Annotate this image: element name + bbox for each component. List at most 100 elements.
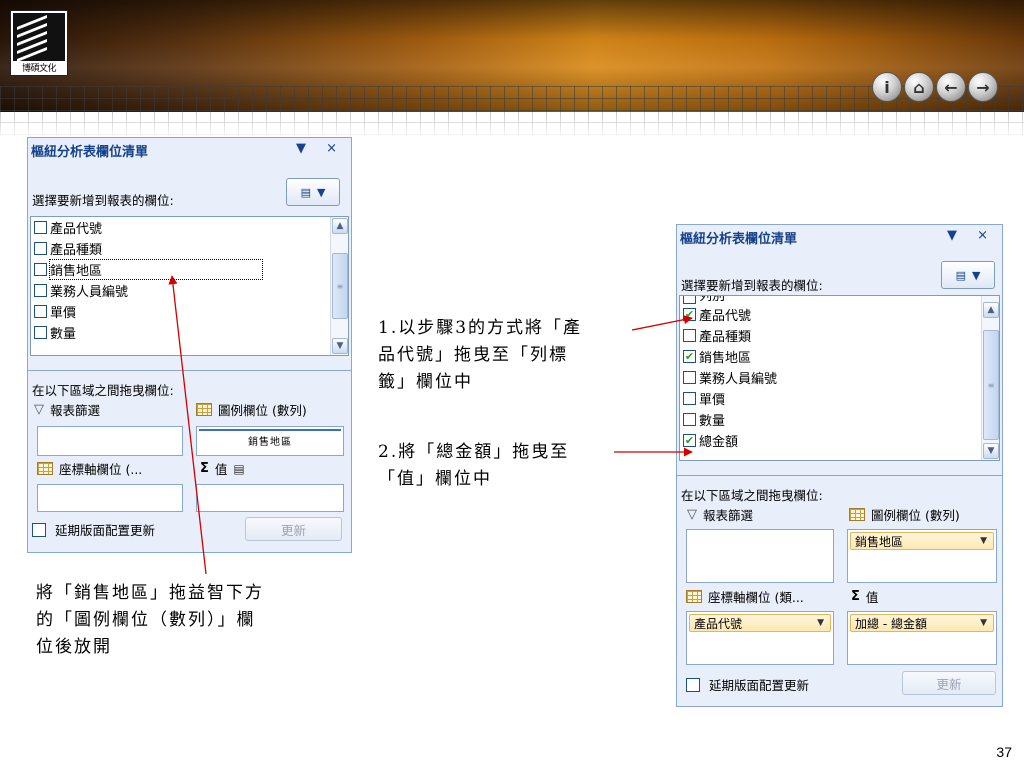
scroll-up-icon[interactable]: ▲ xyxy=(332,218,348,234)
values-drop-area[interactable] xyxy=(196,484,344,512)
update-button[interactable]: 更新 xyxy=(245,517,342,541)
info-button[interactable]: i xyxy=(872,72,902,102)
checkbox[interactable] xyxy=(34,242,47,255)
sigma-icon: Σ xyxy=(851,589,860,604)
filter-area-label: 報表篩選 xyxy=(703,508,754,523)
filter-icon: ▽ xyxy=(687,507,697,522)
scroll-down-icon[interactable]: ▼ xyxy=(983,443,999,459)
values-area-label: 值 xyxy=(865,590,879,605)
back-button[interactable]: ← xyxy=(936,72,966,102)
field-item[interactable]: 業務人員編號 xyxy=(31,280,348,301)
slide-nav: i ⌂ ← → xyxy=(872,72,998,102)
checkbox[interactable] xyxy=(34,263,47,276)
field-item[interactable]: 產品代號 xyxy=(31,217,348,238)
column-grid-icon xyxy=(196,403,212,416)
row-area-title: 座標軸欄位 (... xyxy=(37,459,142,478)
checkbox[interactable] xyxy=(34,305,47,318)
home-icon: ⌂ xyxy=(913,77,925,97)
info-icon: i xyxy=(884,77,890,97)
checkbox-checked[interactable]: ✔ xyxy=(683,434,696,447)
panel-controls[interactable]: ▼ × xyxy=(296,141,345,156)
chip-label: 加總 - 總金額 xyxy=(855,616,927,631)
panel-title: 樞紐分析表欄位清單 xyxy=(680,232,798,247)
filter-area-label: 報表篩選 xyxy=(50,403,101,418)
field-item[interactable]: 列別 xyxy=(680,296,999,304)
panel-controls[interactable]: ▼ × xyxy=(947,228,996,243)
scroll-down-icon[interactable]: ▼ xyxy=(332,338,348,354)
step2-line: 「值」欄位中 xyxy=(378,469,492,489)
field-list-scrollbar[interactable]: ▲ ≡ ▼ xyxy=(330,217,348,355)
chevron-down-icon[interactable]: ▼ xyxy=(980,618,987,628)
column-area-title: 圖例欄位 (數列) xyxy=(849,505,960,524)
row-field-chip[interactable]: 產品代號 ▼ xyxy=(689,614,831,632)
checkbox-checked[interactable]: ✔ xyxy=(683,308,696,321)
field-item[interactable]: 產品種類 xyxy=(680,325,999,346)
column-drop-area[interactable]: 銷售地區 ▼ xyxy=(847,529,997,583)
checkbox[interactable] xyxy=(34,284,47,297)
row-grid-icon xyxy=(37,462,53,475)
drag-cursor-icon: ▤ xyxy=(233,461,245,476)
field-item[interactable]: ✔ 產品代號 xyxy=(680,304,999,325)
areas-label: 在以下區域之間拖曳欄位: xyxy=(32,383,174,398)
field-item[interactable]: 產品種類 xyxy=(31,238,348,259)
scroll-up-icon[interactable]: ▲ xyxy=(983,302,999,318)
filter-drop-area[interactable] xyxy=(686,529,834,583)
field-item[interactable]: ✔ 銷售地區 xyxy=(680,346,999,367)
update-button[interactable]: 更新 xyxy=(902,671,996,695)
defer-update-checkbox[interactable] xyxy=(686,677,700,692)
forward-button[interactable]: → xyxy=(968,72,998,102)
column-drop-area[interactable]: 銷售地區 xyxy=(196,426,344,456)
field-label: 產品代號 xyxy=(699,309,752,324)
field-list: 列別 ✔ 產品代號 產品種類 ✔ 銷售地區 業務人員編號 單價 數量 ✔ 總金額 ▲ … xyxy=(679,295,1000,461)
scroll-thumb[interactable]: ≡ xyxy=(332,253,348,319)
pivot-field-list-left: 樞紐分析表欄位清單 ▼ × 選擇要新增到報表的欄位: ▤ ▼ 產品代號 產品種類 … xyxy=(27,137,352,553)
checkbox[interactable] xyxy=(683,329,696,342)
defer-update-checkbox[interactable] xyxy=(32,522,46,537)
column-area-title: 圖例欄位 (數列) xyxy=(196,400,307,419)
column-area-label: 圖例欄位 (數列) xyxy=(871,508,960,523)
field-item[interactable]: ✔ 總金額 xyxy=(680,430,999,451)
layout-options-button[interactable]: ▤ ▼ xyxy=(941,261,995,289)
defer-update-row: 延期版面配置更新 xyxy=(686,675,809,694)
chevron-down-icon[interactable]: ▼ xyxy=(817,618,824,628)
values-drop-area[interactable]: 加總 - 總金額 ▼ xyxy=(847,611,997,665)
section-divider xyxy=(28,370,351,371)
field-item[interactable]: 數量 xyxy=(31,322,348,343)
section-divider xyxy=(677,475,1002,476)
checkbox[interactable] xyxy=(683,413,696,426)
checkbox[interactable] xyxy=(683,392,696,405)
field-label: 總金額 xyxy=(699,435,739,450)
header-grid-fade xyxy=(0,112,1024,136)
step2-line: 2.將「總金額」拖曳至 xyxy=(378,442,570,462)
arrow-left-icon: ← xyxy=(944,77,958,97)
filter-drop-area[interactable] xyxy=(37,426,183,456)
row-drop-area[interactable] xyxy=(37,484,183,512)
checkbox[interactable] xyxy=(683,371,696,384)
field-item[interactable]: 數量 xyxy=(680,409,999,430)
step1-line: 1.以步驟3的方式將「產 xyxy=(378,318,583,338)
left-instruction-note: 將「銷售地區」拖益智下方 的「圖例欄位（數列）」欄 位後放開 xyxy=(36,580,264,661)
field-label: 單價 xyxy=(50,306,77,321)
field-label: 業務人員編號 xyxy=(50,285,129,300)
scroll-thumb[interactable]: ≡ xyxy=(983,330,999,440)
field-list-scrollbar[interactable]: ▲ ≡ ▼ xyxy=(981,296,999,460)
field-item[interactable]: 單價 xyxy=(31,301,348,322)
row-drop-area[interactable]: 產品代號 ▼ xyxy=(686,611,834,665)
values-field-chip[interactable]: 加總 - 總金額 ▼ xyxy=(850,614,994,632)
layout-options-button[interactable]: ▤ ▼ xyxy=(286,178,340,206)
home-button[interactable]: ⌂ xyxy=(904,72,934,102)
checkbox[interactable] xyxy=(683,296,696,304)
values-area-label: 值 xyxy=(214,462,228,477)
field-item[interactable]: 單價 xyxy=(680,388,999,409)
column-field-chip[interactable]: 銷售地區 ▼ xyxy=(850,532,994,550)
filter-area-title: ▽ 報表篩選 xyxy=(687,505,753,524)
chevron-down-icon[interactable]: ▼ xyxy=(980,536,987,546)
left-instruction-line: 的「圖例欄位（數列）」欄 xyxy=(36,610,256,630)
checkbox[interactable] xyxy=(34,221,47,234)
field-item[interactable]: 業務人員編號 xyxy=(680,367,999,388)
step1-note: 1.以步驟3的方式將「產 品代號」拖曳至「列標 籤」欄位中 xyxy=(378,315,582,396)
areas-label: 在以下區域之間拖曳欄位: xyxy=(681,488,823,503)
checkbox-checked[interactable]: ✔ xyxy=(683,350,696,363)
field-item-focused[interactable]: 銷售地區 xyxy=(31,259,348,280)
checkbox[interactable] xyxy=(34,326,47,339)
